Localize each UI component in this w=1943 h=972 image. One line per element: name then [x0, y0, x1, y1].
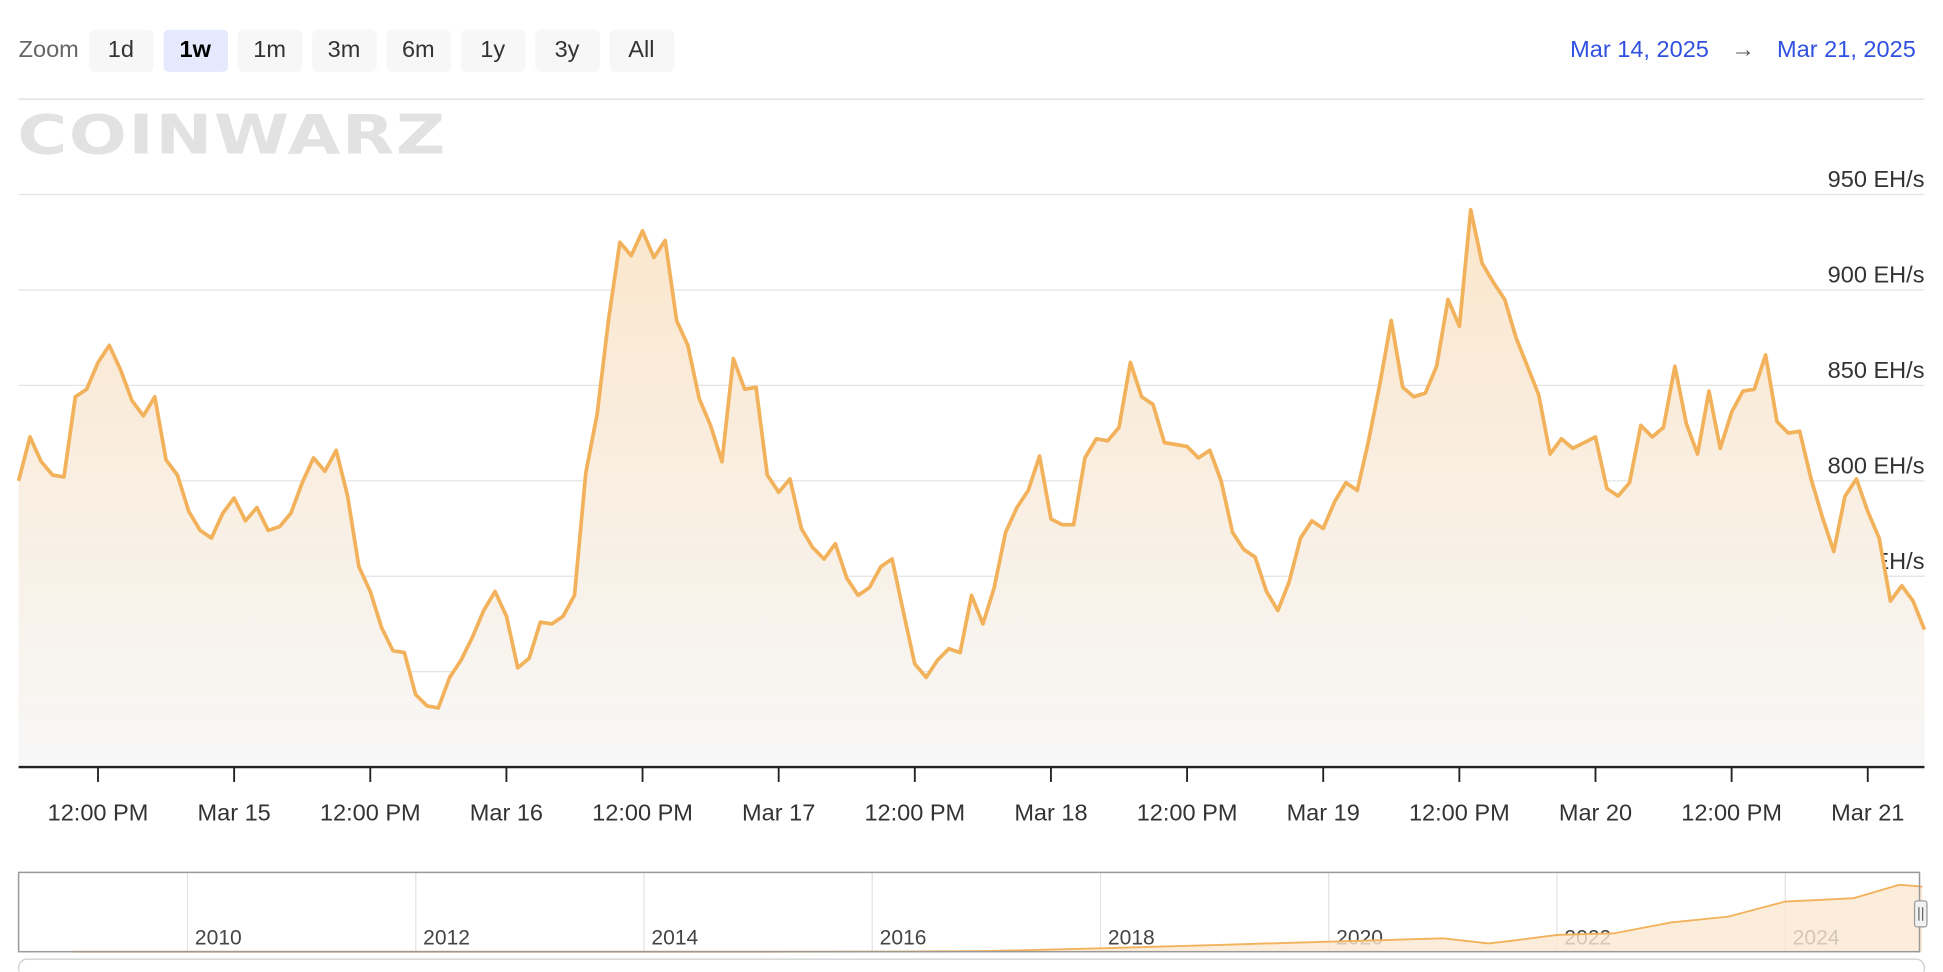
- x-tick-label: Mar 20: [1559, 799, 1632, 825]
- x-tick-label: Mar 17: [742, 799, 815, 825]
- x-tick-label: 12:00 PM: [1137, 799, 1238, 825]
- x-tick-label: 12:00 PM: [864, 799, 965, 825]
- y-tick-label: 850 EH/s: [1828, 357, 1925, 383]
- x-tick-label: 12:00 PM: [1681, 799, 1782, 825]
- navigator-year-label: 2018: [1108, 926, 1155, 949]
- y-tick-label: 950 EH/s: [1828, 166, 1925, 192]
- coinwarz-logo: COINWARZ: [17, 104, 447, 168]
- x-tick-label: 12:00 PM: [592, 799, 693, 825]
- navigator-scrollbar[interactable]: [17, 958, 1926, 972]
- hashrate-chart-widget: Zoom 1d 1w 1m 3m 6m 1y 3y All Mar 14, 20…: [0, 0, 1943, 972]
- navigator-year-label: 2010: [195, 926, 242, 949]
- y-tick-label: 800 EH/s: [1828, 452, 1925, 478]
- navigator-year-label: 2014: [651, 926, 698, 949]
- x-tick-label: 12:00 PM: [48, 799, 149, 825]
- navigator-area: [73, 884, 1923, 952]
- x-tick-label: Mar 19: [1287, 799, 1360, 825]
- x-tick-label: Mar 21: [1831, 799, 1904, 825]
- area-fill: [18, 209, 1925, 768]
- x-tick-label: 12:00 PM: [1409, 799, 1510, 825]
- navigator-year-label: 2016: [880, 926, 927, 949]
- y-tick-label: 900 EH/s: [1828, 262, 1925, 288]
- navigator-handle[interactable]: [1913, 900, 1928, 928]
- navigator-year-label: 2012: [423, 926, 470, 949]
- x-tick-label: Mar 18: [1014, 799, 1087, 825]
- x-tick-label: 12:00 PM: [320, 799, 421, 825]
- x-tick-label: Mar 15: [198, 799, 271, 825]
- x-tick-label: Mar 16: [470, 799, 543, 825]
